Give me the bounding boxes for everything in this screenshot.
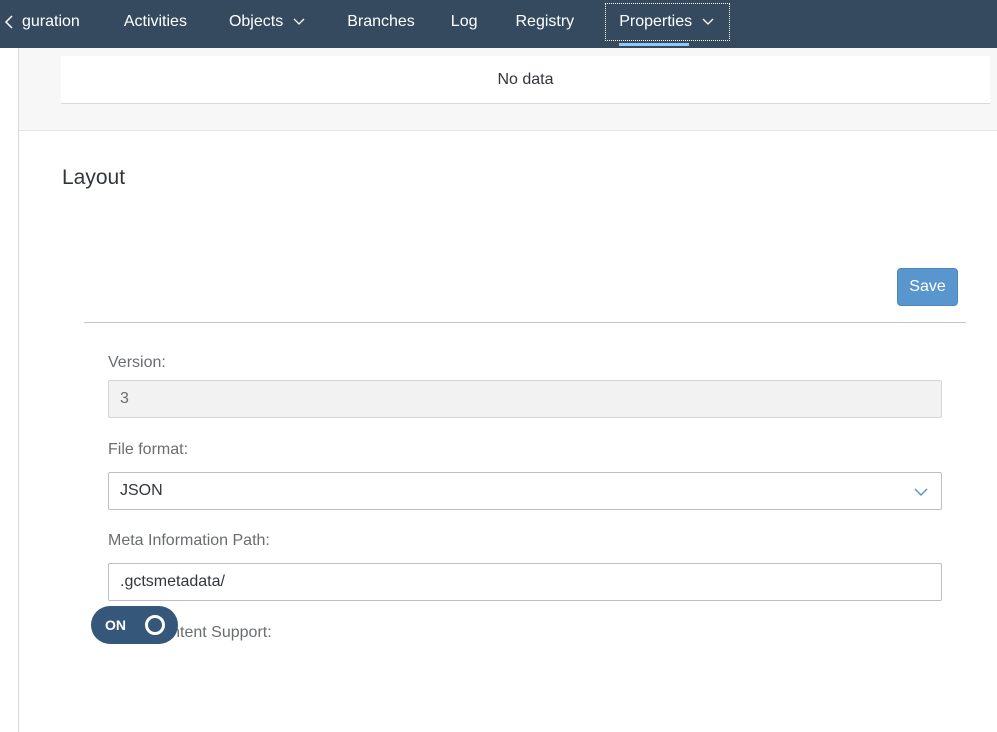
tab-configuration[interactable]: guration xyxy=(16,0,92,48)
switch-handle xyxy=(145,615,165,635)
meta-path-value: .gctsmetadata/ xyxy=(120,573,225,590)
tab-properties[interactable]: Properties xyxy=(598,0,737,48)
tab-objects[interactable]: Objects xyxy=(199,0,317,48)
switch-state-text: ON xyxy=(105,617,126,633)
file-format-label: File format: xyxy=(108,441,189,458)
empty-table-row: No data xyxy=(61,56,990,104)
meta-path-input[interactable]: .gctsmetadata/ xyxy=(108,563,942,601)
tab-branches[interactable]: Branches xyxy=(317,0,427,48)
divider xyxy=(84,322,966,323)
tab-label: Log xyxy=(450,13,478,30)
tab-label: Registry xyxy=(515,13,575,30)
version-value: 3 xyxy=(120,390,129,407)
table-content-support-switch[interactable]: ON xyxy=(91,606,178,644)
table-panel: No data xyxy=(19,48,997,131)
chevron-down-icon xyxy=(293,18,305,25)
no-data-text: No data xyxy=(497,70,554,88)
tab-registry[interactable]: Registry xyxy=(490,0,587,48)
tab-label: Activities xyxy=(123,13,187,30)
meta-path-label: Meta Information Path: xyxy=(108,532,270,549)
version-field: 3 xyxy=(108,380,942,418)
tab-log[interactable]: Log xyxy=(427,0,490,48)
tab-label: guration xyxy=(22,13,80,30)
chevron-down-icon[interactable] xyxy=(913,485,929,499)
file-format-select[interactable]: JSON xyxy=(108,472,942,510)
file-format-value: JSON xyxy=(120,482,163,499)
section-title: Layout xyxy=(62,166,126,189)
tab-label: Objects xyxy=(228,13,284,30)
page: guration Activities Objects Branches Log… xyxy=(0,0,997,732)
save-button[interactable]: Save xyxy=(897,268,958,306)
tab-label: Properties xyxy=(619,13,693,30)
tab-label: Branches xyxy=(347,13,415,30)
version-label: Version: xyxy=(108,354,166,371)
tab-bar: guration Activities Objects Branches Log… xyxy=(0,0,997,48)
chevron-left-icon[interactable] xyxy=(0,0,16,48)
tab-activities[interactable]: Activities xyxy=(92,0,199,48)
chevron-down-icon xyxy=(702,18,714,25)
